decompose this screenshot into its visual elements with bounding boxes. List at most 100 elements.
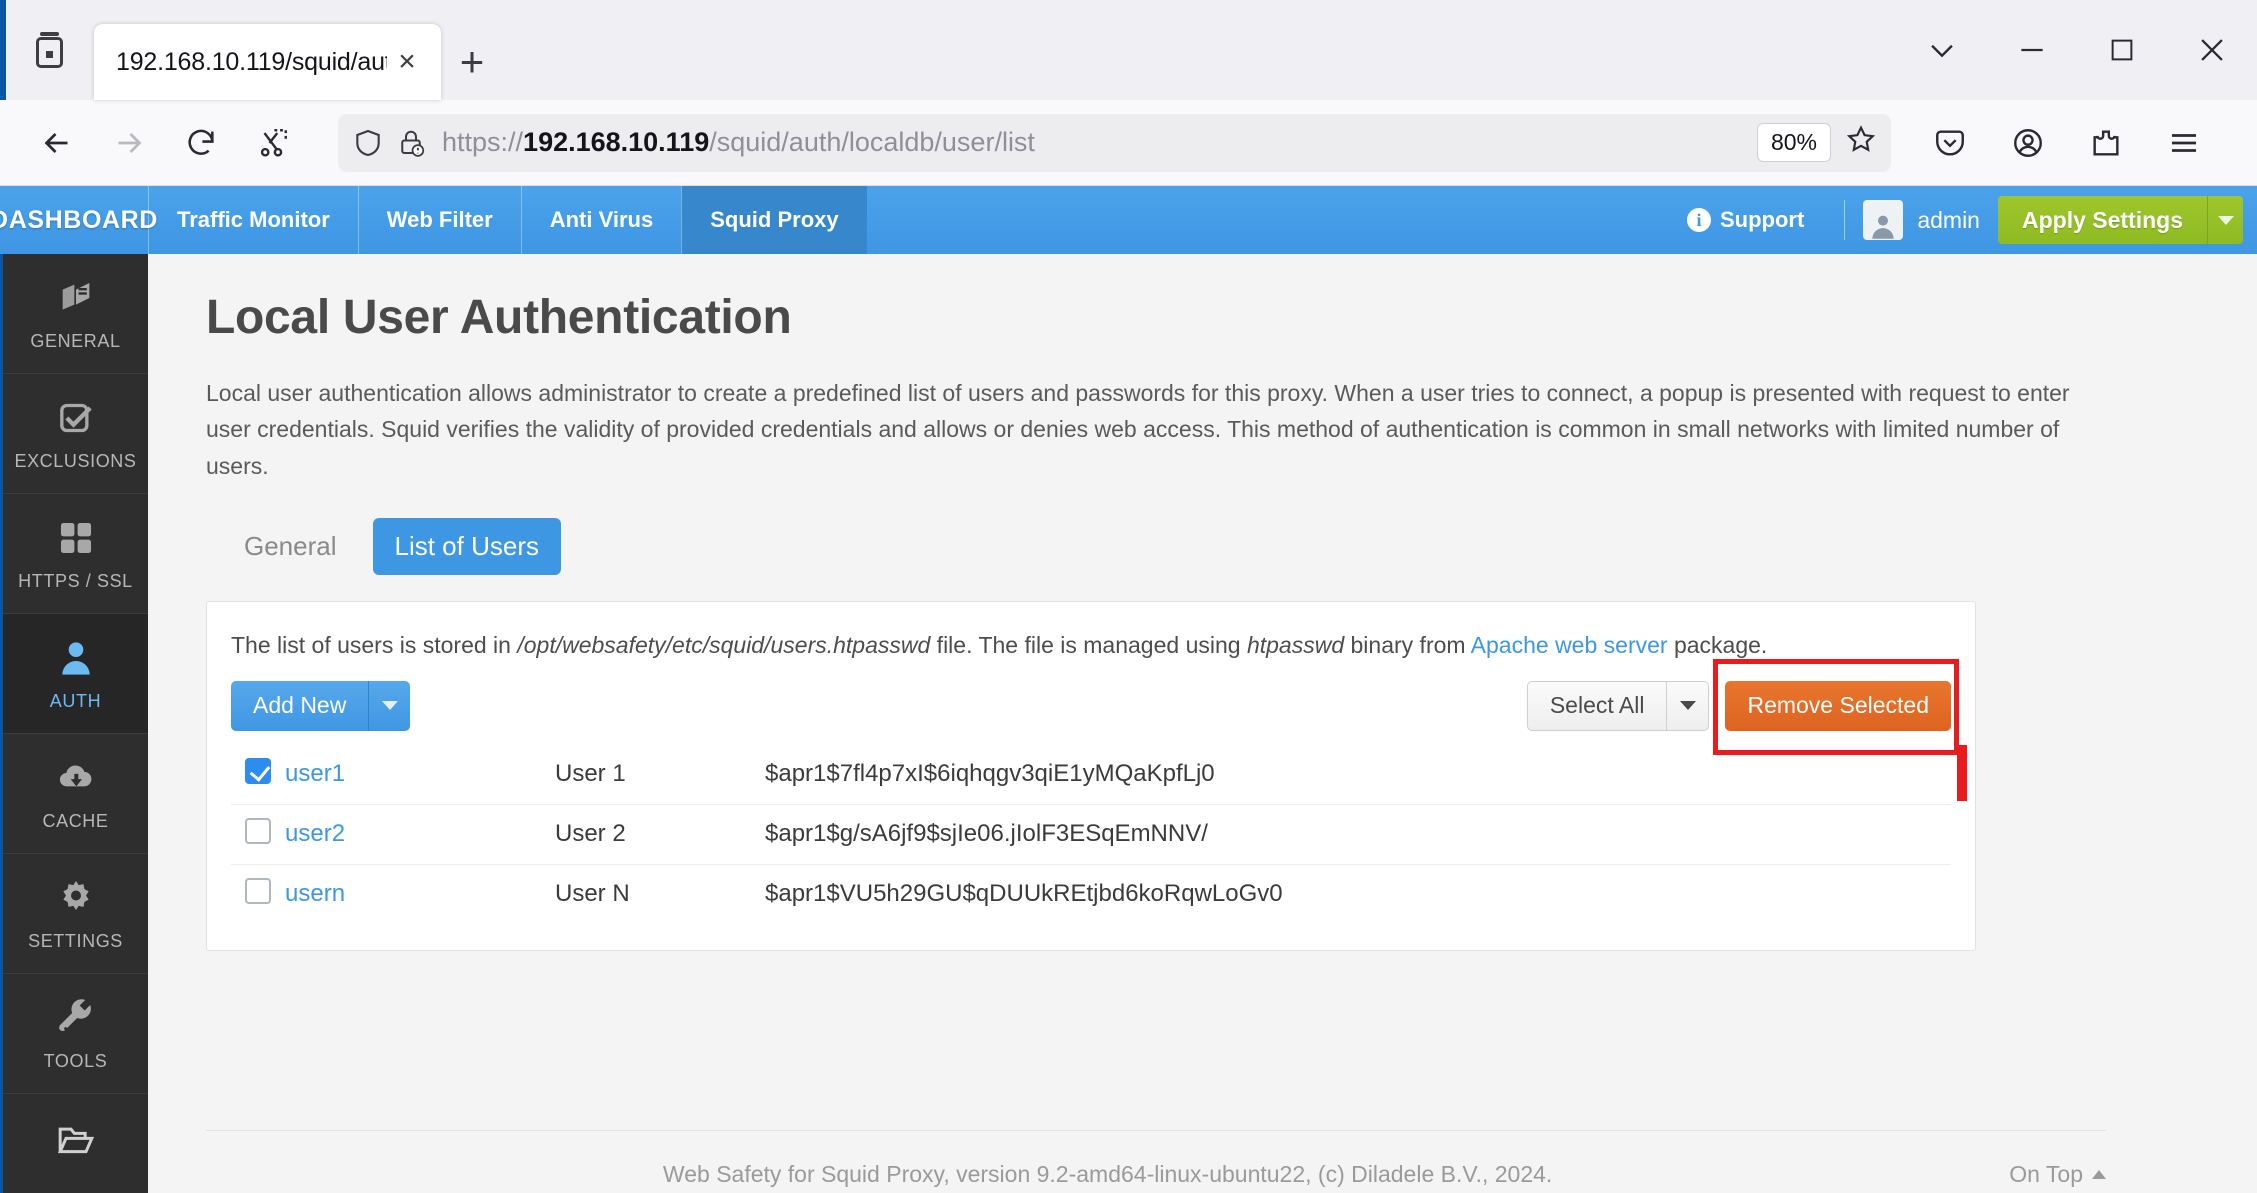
panel-note: The list of users is stored in /opt/webs… bbox=[231, 631, 1768, 658]
tab-list-of-users[interactable]: List of Users bbox=[372, 517, 561, 575]
star-icon[interactable] bbox=[1845, 123, 1877, 163]
users-toolbar: Add New Select All Remove Selected bbox=[231, 658, 1959, 755]
url-text: https://192.168.10.119/squid/auth/locald… bbox=[442, 127, 1035, 157]
add-new-dropdown-toggle[interactable] bbox=[368, 680, 411, 731]
highlight-box-user-row bbox=[1957, 744, 1967, 801]
add-new-button[interactable]: Add New bbox=[231, 680, 369, 731]
row-checkbox-cell[interactable] bbox=[231, 804, 285, 865]
user-name-link[interactable]: usern bbox=[285, 880, 345, 907]
nav-item-web-filter[interactable]: Web Filter bbox=[357, 186, 521, 254]
sidebar-item-label: CACHE bbox=[42, 810, 109, 831]
browser-tab[interactable]: 192.168.10.119/squid/auth/localdb/ × bbox=[94, 24, 441, 100]
forward-arrow-icon bbox=[98, 112, 160, 174]
user-password-hash: $apr1$VU5h29GU$qDUUkREtjbd6koRqwLoGv0 bbox=[765, 880, 1283, 908]
app-top-nav: DASHBOARD Traffic Monitor Web Filter Ant… bbox=[0, 186, 2257, 254]
app-body: GENERAL EXCLUSIONS HTTPS / SSL AUTH CACH… bbox=[0, 254, 2257, 1193]
apply-settings-button[interactable]: Apply Settings bbox=[1997, 196, 2207, 244]
tab-list-button[interactable] bbox=[6, 0, 94, 100]
tab-strip: 192.168.10.119/squid/auth/localdb/ × + bbox=[0, 0, 2257, 100]
checkbox-icon[interactable] bbox=[245, 877, 271, 904]
sidebar-item-cache[interactable]: CACHE bbox=[3, 734, 148, 854]
divider bbox=[1844, 200, 1846, 240]
sidebar-item-settings[interactable]: SETTINGS bbox=[3, 854, 148, 974]
shield-icon[interactable] bbox=[352, 127, 384, 159]
table-row[interactable]: user2 User 2 $apr1$g/sA6jf9$sjIe06.jIolF… bbox=[231, 804, 1951, 865]
page-description: Local user authentication allows adminis… bbox=[206, 380, 2070, 479]
sidebar-item-https-ssl[interactable]: HTTPS / SSL bbox=[3, 494, 148, 614]
sidebar-item-label: SETTINGS bbox=[28, 930, 123, 951]
checkbox-icon[interactable] bbox=[245, 757, 271, 784]
minimize-icon[interactable] bbox=[1987, 0, 2077, 100]
sidebar-item-exclusions[interactable]: EXCLUSIONS bbox=[3, 374, 148, 494]
page-title: Local User Authentication bbox=[206, 291, 792, 344]
grid-squares-icon bbox=[53, 516, 99, 560]
sidebar-item-auth[interactable]: AUTH bbox=[3, 614, 148, 734]
close-icon[interactable]: × bbox=[387, 42, 427, 82]
chevron-down-icon[interactable] bbox=[1897, 0, 1987, 100]
nav-item-anti-virus[interactable]: Anti Virus bbox=[520, 186, 682, 254]
extensions-icon[interactable] bbox=[2075, 112, 2137, 174]
username-label: admin bbox=[1917, 206, 1980, 233]
user-menu[interactable]: admin bbox=[1863, 200, 1980, 240]
brand-dashboard[interactable]: DASHBOARD bbox=[0, 186, 157, 254]
chevron-down-icon bbox=[2217, 215, 2234, 225]
toolbar-right-icons bbox=[1919, 112, 2231, 174]
user-password-hash: $apr1$7fl4p7xI$6iqhqgv3qiE1yMQaKpfLj0 bbox=[765, 744, 1951, 805]
sidebar: GENERAL EXCLUSIONS HTTPS / SSL AUTH CACH… bbox=[0, 254, 148, 1193]
window-close-icon[interactable] bbox=[2167, 0, 2257, 100]
sidebar-item-folder[interactable] bbox=[3, 1094, 148, 1193]
maximize-icon[interactable] bbox=[2077, 0, 2167, 100]
screenshot-scissors-icon[interactable] bbox=[242, 112, 304, 174]
sidebar-item-tools[interactable]: TOOLS bbox=[3, 974, 148, 1094]
apply-settings-dropdown-toggle[interactable] bbox=[2207, 196, 2243, 244]
sidebar-item-general[interactable]: GENERAL bbox=[3, 254, 148, 374]
zoom-level-badge[interactable]: 80% bbox=[1756, 123, 1831, 162]
user-name-link[interactable]: user2 bbox=[285, 820, 345, 847]
table-row[interactable]: user1 User 1 $apr1$7fl4p7xI$6iqhqgv3qiE1… bbox=[231, 744, 1967, 805]
select-all-button[interactable]: Select All bbox=[1526, 680, 1668, 731]
pocket-icon[interactable] bbox=[1919, 112, 1981, 174]
sidebar-item-label: TOOLS bbox=[43, 1050, 108, 1071]
nav-item-traffic-monitor[interactable]: Traffic Monitor bbox=[148, 186, 358, 254]
row-checkbox-cell[interactable] bbox=[231, 864, 285, 924]
tab-general[interactable]: General bbox=[222, 518, 359, 575]
browser-window: 192.168.10.119/squid/auth/localdb/ × + bbox=[0, 0, 2257, 1193]
folder-open-icon bbox=[53, 1118, 99, 1162]
htpasswd-binary: htpasswd bbox=[1246, 631, 1345, 658]
account-icon[interactable] bbox=[1997, 112, 2059, 174]
support-link[interactable]: i Support bbox=[1665, 207, 1826, 233]
address-bar[interactable]: https://192.168.10.119/squid/auth/locald… bbox=[338, 113, 1891, 172]
checkbox-icon[interactable] bbox=[245, 817, 271, 844]
cloud-download-icon bbox=[53, 756, 99, 800]
support-label: Support bbox=[1720, 207, 1805, 232]
user-person-icon bbox=[53, 636, 99, 680]
tab-title: 192.168.10.119/squid/auth/localdb/ bbox=[116, 47, 387, 76]
page-footer: Web Safety for Squid Proxy, version 9.2-… bbox=[206, 1130, 2106, 1193]
hamburger-menu-icon[interactable] bbox=[2153, 112, 2215, 174]
back-arrow-icon[interactable] bbox=[26, 112, 88, 174]
htpasswd-file-path: /opt/websafety/etc/squid/users.htpasswd bbox=[517, 631, 931, 658]
reload-icon[interactable] bbox=[170, 112, 232, 174]
apache-web-server-link[interactable]: Apache web server bbox=[1471, 632, 1668, 658]
sidebar-item-label: GENERAL bbox=[30, 330, 121, 351]
book-icon bbox=[53, 276, 99, 320]
add-new-group: Add New bbox=[231, 680, 411, 731]
chevron-down-icon bbox=[1679, 701, 1696, 711]
users-table: user1 User 1 $apr1$7fl4p7xI$6iqhqgv3qiE1… bbox=[231, 744, 1967, 924]
table-row[interactable]: usern User N $apr1$VU5h29GU$qDUUkREtjbd6… bbox=[231, 864, 1951, 924]
web-page: DASHBOARD Traffic Monitor Web Filter Ant… bbox=[0, 186, 2257, 1193]
new-tab-button[interactable]: + bbox=[441, 24, 503, 100]
info-icon: i bbox=[1687, 208, 1711, 232]
user-name-link[interactable]: user1 bbox=[285, 760, 345, 787]
top-nav-items: Traffic Monitor Web Filter Anti Virus Sq… bbox=[148, 186, 867, 254]
select-all-dropdown-toggle[interactable] bbox=[1667, 680, 1710, 731]
chevron-up-icon bbox=[2092, 1170, 2106, 1179]
lock-warning-icon[interactable] bbox=[396, 128, 426, 158]
nav-item-squid-proxy[interactable]: Squid Proxy bbox=[681, 186, 867, 254]
avatar bbox=[1863, 200, 1904, 240]
on-top-button[interactable]: On Top bbox=[2009, 1161, 2106, 1188]
footer-text: Web Safety for Squid Proxy, version 9.2-… bbox=[662, 1161, 1553, 1187]
row-checkbox-cell[interactable] bbox=[231, 744, 285, 805]
user-description: User 2 bbox=[555, 804, 765, 865]
remove-selected-button[interactable]: Remove Selected bbox=[1725, 680, 1951, 731]
